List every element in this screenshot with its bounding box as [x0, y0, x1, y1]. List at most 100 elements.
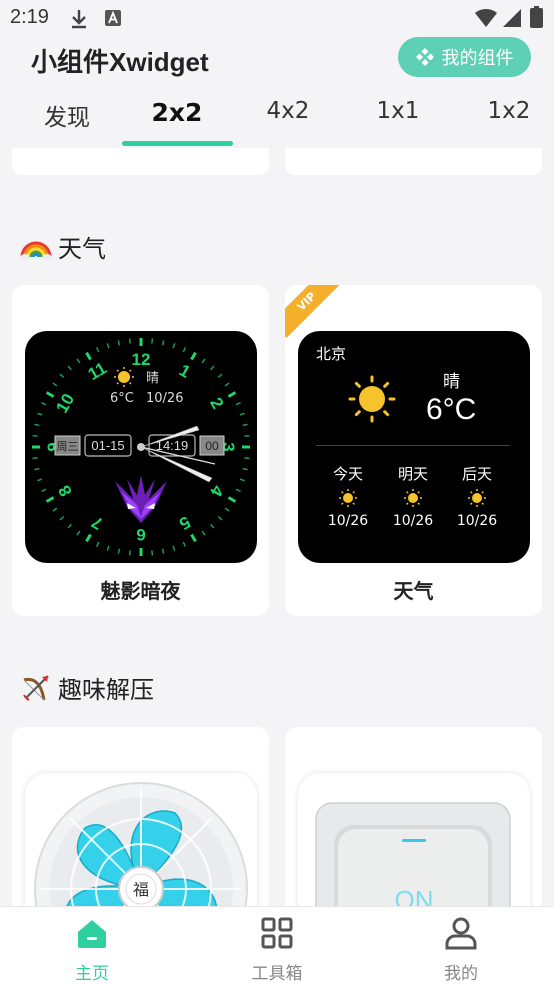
clock-numeral: 11 — [85, 358, 110, 383]
clock-tick — [161, 548, 165, 554]
clock-tick — [182, 541, 187, 547]
widget-card-fan[interactable]: 福 — [12, 727, 269, 917]
clock-numeral: 1 — [176, 361, 194, 382]
fan-hub-text: 福 — [133, 880, 149, 899]
clock-tick — [106, 343, 110, 349]
clock-numeral: 5 — [176, 512, 194, 533]
tab-discover[interactable]: 发现 — [12, 98, 122, 132]
clock-tick — [172, 343, 176, 349]
clock-tick — [67, 523, 72, 529]
clock-tick — [210, 365, 215, 371]
clock-tick — [106, 545, 110, 551]
forecast-date: 10/26 — [392, 513, 434, 529]
nav-home[interactable]: 主页 — [47, 915, 137, 984]
fan-graphic: 福 — [34, 782, 248, 917]
clock-tick — [239, 412, 245, 416]
switch-widget-preview: ON — [298, 773, 530, 917]
switch-graphic: ON — [315, 802, 511, 917]
clock-tick — [117, 548, 121, 554]
clock-tick — [32, 434, 38, 437]
my-widgets-button[interactable]: 我的组件 — [398, 37, 531, 77]
clock-tick — [52, 507, 58, 512]
forecast-sun-icon — [404, 489, 422, 507]
card-label-weather: 天气 — [393, 579, 434, 603]
clock-tick — [37, 412, 43, 416]
clock-temp: 6°C — [110, 391, 134, 406]
bottom-nav: 主页 工具箱 我的 — [0, 906, 554, 984]
tab-4x2[interactable]: 4x2 — [233, 98, 343, 124]
grid-icon — [261, 917, 293, 949]
clock-weekday: 周三 — [57, 440, 79, 453]
rainbow-icon — [20, 241, 52, 260]
clock-tick — [227, 496, 237, 503]
home-icon — [78, 920, 106, 948]
clock-numeral: 7 — [88, 512, 106, 533]
clock-tick — [95, 347, 100, 353]
section-title-weather: 天气 — [20, 229, 106, 264]
clock-numeral: 4 — [206, 482, 227, 500]
widget-card-phantom-night[interactable]: 12 1 2 3 4 5 6 7 8 9 10 11 晴 6°C 10/26 周三 01-15 14:… — [12, 285, 269, 616]
section-title-fun-label: 趣味解压 — [58, 676, 154, 704]
clock-face: 121234567891011 晴 6°C 10/26 周三 01-15 14:… — [32, 338, 250, 556]
clock-tick — [239, 478, 245, 482]
tab-1x2[interactable]: 1x2 — [454, 98, 554, 124]
weather-divider — [316, 445, 510, 446]
clock-tick — [34, 467, 40, 471]
clock-tick — [242, 423, 248, 427]
clock-numeral: 8 — [55, 482, 76, 500]
tab-2x2[interactable]: 2x2 — [122, 98, 232, 127]
clock-tick — [37, 478, 43, 482]
clock-tick — [41, 401, 47, 406]
clock-tick — [190, 351, 197, 361]
clock-tick — [59, 373, 65, 378]
clock-tick — [76, 530, 81, 536]
clock-tick — [235, 488, 241, 493]
sun-icon — [348, 375, 396, 423]
clock-tick — [227, 391, 237, 398]
clock-tick — [95, 541, 100, 547]
section-title-weather-label: 天气 — [58, 235, 106, 263]
clock-tick — [190, 533, 197, 543]
clock-tick — [59, 516, 65, 521]
clock-tick — [85, 351, 92, 361]
widget-card-switch[interactable]: ON — [285, 727, 542, 917]
clock-tick — [224, 382, 230, 387]
clock-numeral: 2 — [206, 394, 227, 412]
tab-1x1[interactable]: 1x1 — [343, 98, 453, 124]
my-widgets-label: 我的组件 — [441, 48, 514, 69]
widgets-icon — [415, 48, 434, 66]
clock-tick — [242, 467, 248, 471]
user-icon — [445, 917, 477, 950]
nav-toolbox[interactable]: 工具箱 — [232, 915, 322, 984]
nav-me-label: 我的 — [444, 964, 478, 984]
clock-tick — [244, 434, 250, 437]
clock-date-short: 01-15 — [91, 438, 124, 453]
clock-tick — [201, 530, 206, 536]
clock-tick — [151, 338, 154, 344]
signal-icon — [503, 9, 521, 27]
previous-card-right[interactable] — [285, 148, 542, 175]
clock-tick — [172, 545, 176, 551]
clock-tick — [128, 338, 131, 344]
clock-tick — [45, 496, 55, 503]
weather-city: 北京 — [316, 345, 347, 363]
app-header: 小组件Xwidget 我的组件 — [0, 36, 554, 84]
clock-condition: 晴 — [146, 371, 159, 386]
clock-tick — [52, 382, 58, 387]
previous-card-left[interactable] — [12, 148, 269, 175]
clock-tick — [128, 550, 131, 556]
clock-tick — [41, 488, 47, 493]
clock-tick — [85, 533, 92, 543]
clock-tick — [67, 365, 72, 371]
forecast-date: 10/26 — [456, 513, 498, 529]
status-bar: 2:19 — [0, 0, 554, 36]
nav-me[interactable]: 我的 — [416, 915, 506, 984]
clock-numeral: 10 — [52, 390, 78, 416]
widget-card-weather[interactable]: VIP 北京 晴 6°C 今天 明天 后天 10/26 10/26 10/26 … — [285, 285, 542, 616]
page-title: 小组件Xwidget — [31, 47, 209, 77]
clock-tick — [45, 391, 55, 398]
nav-toolbox-label: 工具箱 — [251, 964, 303, 984]
clock-date: 10/26 — [146, 391, 183, 406]
status-time: 2:19 — [10, 6, 49, 28]
clock-tick — [217, 516, 223, 521]
